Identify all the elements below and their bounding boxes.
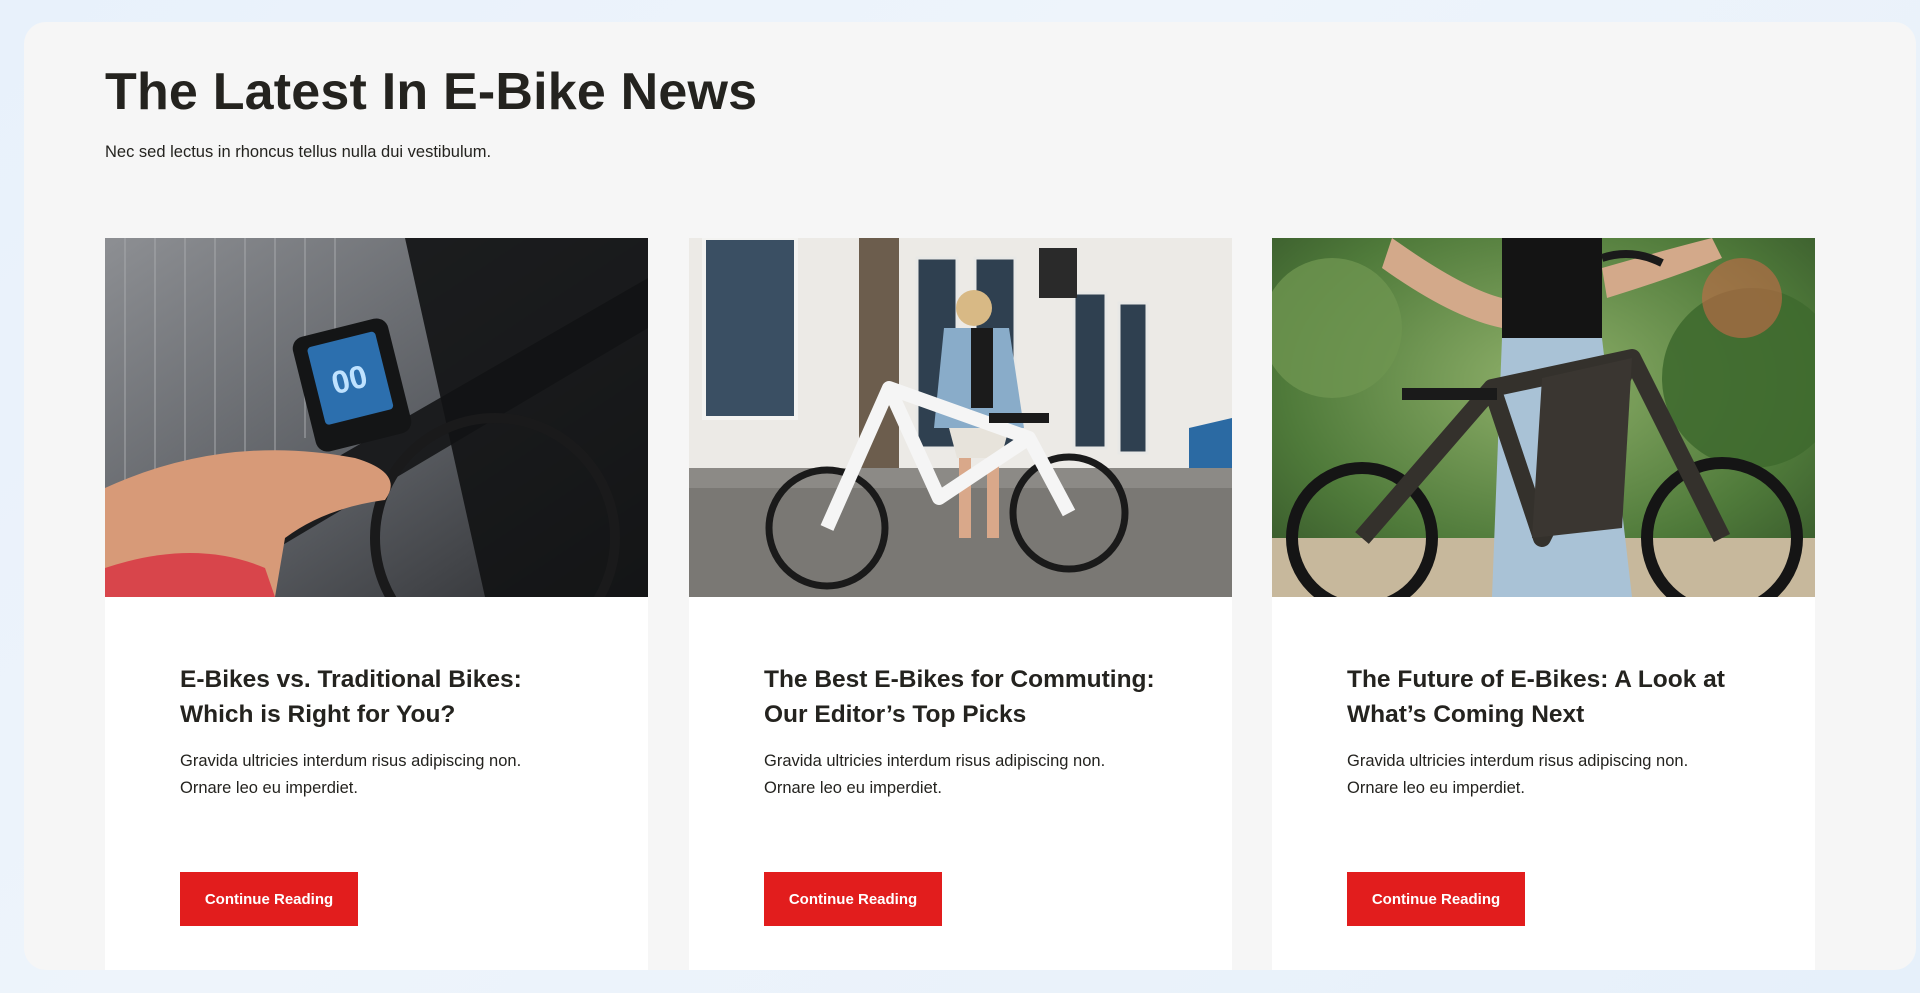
post-excerpt-line: Gravida ultricies interdum risus adipisc… xyxy=(180,752,522,770)
ebike-handlebar-display-photo[interactable]: 00 xyxy=(105,238,648,597)
post-title[interactable]: E-Bikes vs. Traditional Bikes: Which is … xyxy=(180,662,600,732)
section-subtitle: Nec sed lectus in rhoncus tellus nulla d… xyxy=(105,143,492,161)
post-excerpt-line: Ornare leo eu imperdiet. xyxy=(1347,779,1525,797)
post-title[interactable]: The Future of E-Bikes: A Look at What’s … xyxy=(1347,662,1767,732)
woman-with-white-ebike-photo[interactable] xyxy=(689,238,1232,597)
post-excerpt: Gravida ultricies interdum risus adipisc… xyxy=(1347,748,1767,802)
post-excerpt: Gravida ultricies interdum risus adipisc… xyxy=(180,748,600,802)
continue-reading-button[interactable]: Continue Reading xyxy=(1347,872,1525,926)
post-title-line[interactable]: The Best E-Bikes for Commuting: xyxy=(764,666,1155,693)
post-title-line[interactable]: E-Bikes vs. Traditional Bikes: xyxy=(180,666,522,693)
continue-reading-button[interactable]: Continue Reading xyxy=(764,872,942,926)
rider-with-dark-ebike-photo[interactable] xyxy=(1272,238,1815,597)
post-title-line[interactable]: The Future of E-Bikes: A Look at xyxy=(1347,666,1725,693)
continue-reading-button[interactable]: Continue Reading xyxy=(180,872,358,926)
section-title: The Latest In E-Bike News xyxy=(105,63,758,121)
post-excerpt-line: Ornare leo eu imperdiet. xyxy=(180,779,358,797)
post-title-line[interactable]: Our Editor’s Top Picks xyxy=(764,701,1026,728)
content-panel: The Latest In E-Bike News Nec sed lectus… xyxy=(24,22,1916,970)
news-card: The Best E-Bikes for Commuting: Our Edit… xyxy=(689,238,1232,970)
news-card: 00 E-Bikes vs. Traditional Bikes: Which … xyxy=(105,238,648,970)
post-excerpt-line: Gravida ultricies interdum risus adipisc… xyxy=(764,752,1106,770)
post-title[interactable]: The Best E-Bikes for Commuting: Our Edit… xyxy=(764,662,1184,732)
post-title-line[interactable]: What’s Coming Next xyxy=(1347,701,1584,728)
news-card: The Future of E-Bikes: A Look at What’s … xyxy=(1272,238,1815,970)
post-excerpt-line: Ornare leo eu imperdiet. xyxy=(764,779,942,797)
post-excerpt-line: Gravida ultricies interdum risus adipisc… xyxy=(1347,752,1689,770)
post-excerpt: Gravida ultricies interdum risus adipisc… xyxy=(764,748,1184,802)
post-title-line[interactable]: Which is Right for You? xyxy=(180,701,455,728)
